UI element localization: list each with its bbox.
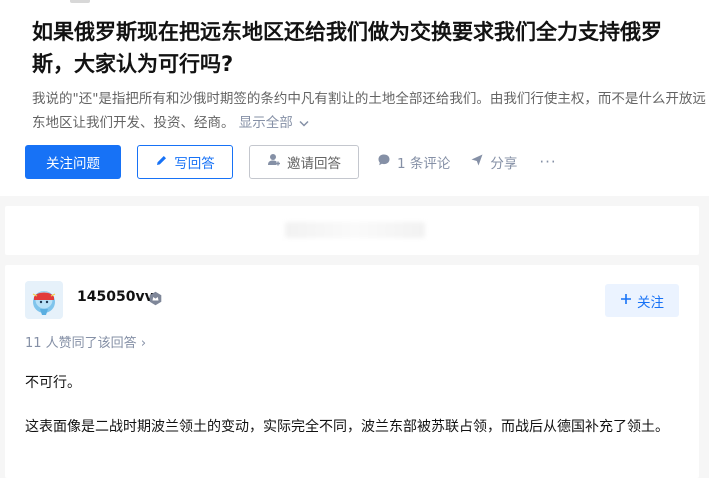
invite-answer-label: 邀请回答 [287, 156, 341, 172]
votes-link[interactable]: 11 人赞同了该回答 › [25, 332, 146, 351]
pencil-icon [155, 154, 168, 171]
answer-paragraph: 这表面像是二战时期波兰领土的变动，实际完全不同，波兰东部被苏联占领，而战后从德国… [25, 419, 669, 435]
top-indicator [70, 0, 90, 3]
write-answer-label: 写回答 [174, 156, 215, 172]
author-name[interactable]: 145050vv [77, 289, 154, 305]
invite-answer-button[interactable]: 邀请回答 [249, 145, 359, 179]
answer-paragraph: 不可行。 [25, 375, 81, 391]
more-label: ··· [539, 153, 557, 171]
question-actions: 关注问题 写回答 邀请回答 1 条评论 分享 ··· [25, 145, 557, 179]
share-label: 分享 [490, 156, 518, 172]
votes-text: 11 人赞同了该回答 [25, 336, 137, 351]
share-arrow-icon [470, 153, 484, 171]
write-answer-button[interactable]: 写回答 [137, 145, 233, 179]
comment-bubble-icon [377, 153, 391, 171]
follow-question-button[interactable]: 关注问题 [25, 145, 121, 179]
question-detail-text: 我说的"还"是指把所有和沙俄时期签的条约中凡有割让的土地全部还给我们。由我们行使… [32, 91, 706, 131]
blurred-placeholder [285, 222, 425, 238]
comments-label: 1 条评论 [397, 156, 451, 172]
avatar-image [25, 281, 63, 319]
chevron-down-icon [299, 111, 309, 135]
question-detail: 我说的"还"是指把所有和沙俄时期签的条约中凡有割让的土地全部还给我们。由我们行使… [32, 87, 707, 135]
show-all-label: 显示全部 [238, 115, 293, 131]
follow-author-button[interactable]: 关注 [605, 284, 679, 317]
author-badge-icon [148, 291, 163, 306]
more-options-button[interactable]: ··· [539, 153, 556, 171]
question-title[interactable]: 如果俄罗斯现在把远东地区还给我们做为交换要求我们全力支持俄罗斯，大家认为可行吗? [32, 16, 702, 80]
comments-button[interactable]: 1 条评论 [377, 152, 450, 172]
votes-chevron-icon: › [140, 336, 147, 351]
share-button[interactable]: 分享 [470, 152, 517, 172]
question-card: 如果俄罗斯现在把远东地区还给我们做为交换要求我们全力支持俄罗斯，大家认为可行吗?… [0, 0, 709, 196]
invite-user-icon [267, 153, 281, 171]
answer-card: 145050vv 关注 11 人赞同了该回答 › 不可行。 这表面像是二战时期波… [5, 265, 699, 478]
avatar[interactable] [25, 281, 63, 319]
show-all-button[interactable]: 显示全部 [239, 115, 309, 131]
follow-author-label: 关注 [637, 294, 664, 311]
placeholder-card [5, 206, 699, 255]
plus-icon [620, 293, 632, 309]
